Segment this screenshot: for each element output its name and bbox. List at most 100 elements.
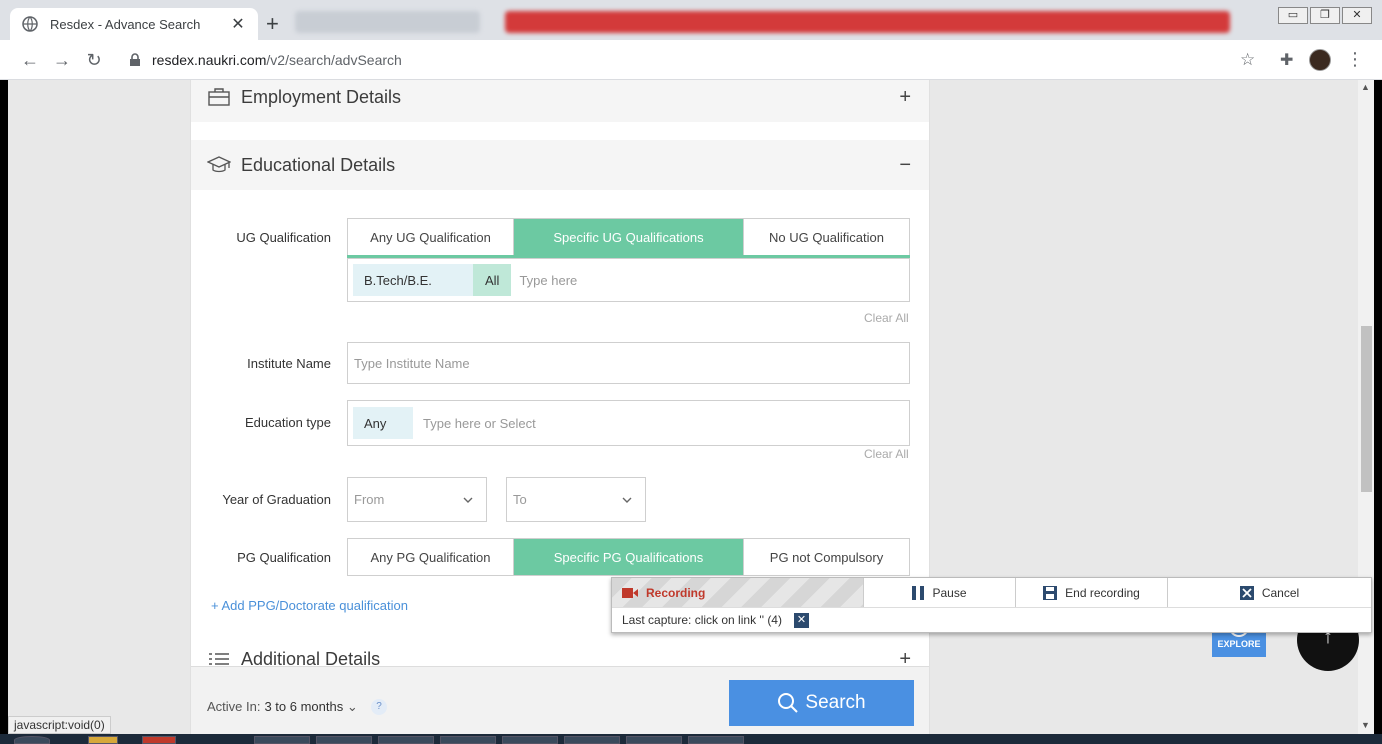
chevron-down-icon (622, 497, 632, 503)
video-camera-icon (622, 587, 638, 598)
collapse-icon[interactable]: − (899, 154, 911, 177)
taskbar-app[interactable] (378, 736, 434, 744)
pg-qualification-label: PG Qualification (237, 550, 331, 565)
taskbar-app[interactable] (688, 736, 744, 744)
profile-avatar[interactable] (1309, 49, 1331, 71)
pg-option-not-compulsory[interactable]: PG not Compulsory (744, 539, 909, 575)
search-form-panel: Employment Details + Educational Details… (190, 80, 930, 734)
taskbar-app[interactable] (88, 736, 118, 744)
ug-qualification-tag-input[interactable]: B.Tech/B.E. All Type here (347, 258, 910, 302)
recording-label: Recording (646, 585, 706, 600)
cancel-recording-button[interactable]: Cancel (1168, 578, 1371, 607)
graduation-cap-icon (207, 156, 231, 173)
help-icon[interactable]: ? (371, 699, 387, 715)
employment-details-header[interactable]: Employment Details + (191, 80, 929, 122)
expand-icon[interactable]: + (899, 86, 911, 109)
browser-tab-blurred[interactable] (295, 11, 480, 33)
end-recording-label: End recording (1065, 585, 1140, 600)
briefcase-icon (208, 88, 230, 106)
start-button[interactable] (14, 736, 50, 744)
browser-menu-icon[interactable]: ⋮ (1346, 49, 1364, 70)
extensions-puzzle-icon[interactable]: ✚ (1280, 50, 1293, 70)
taskbar-app[interactable] (142, 736, 176, 744)
institute-name-label: Institute Name (247, 356, 331, 371)
back-arrow-icon[interactable]: ← (20, 50, 40, 70)
browser-tab-resdex[interactable]: Resdex - Advance Search ✕ (10, 8, 258, 40)
education-type-placeholder: Type here or Select (423, 415, 536, 431)
globe-icon (22, 16, 38, 32)
ug-qualification-toggle: Any UG Qualification Specific UG Qualifi… (347, 218, 910, 256)
dismiss-capture-icon[interactable]: ✕ (793, 612, 809, 628)
scroll-down-icon[interactable]: ▼ (1361, 720, 1370, 730)
ug-option-none[interactable]: No UG Qualification (744, 219, 909, 255)
taskbar-app[interactable] (564, 736, 620, 744)
ug-qualification-label: UG Qualification (236, 230, 331, 245)
pause-recording-button[interactable]: Pause (864, 578, 1016, 607)
url-host: resdex.naukri.com (152, 52, 267, 68)
search-button[interactable]: Search (729, 680, 914, 726)
employment-details-title: Employment Details (241, 86, 402, 107)
ug-chip-all[interactable]: All (473, 264, 512, 296)
window-controls: ▭ ❐ ✕ (1278, 7, 1372, 24)
url-text: resdex.naukri.com/v2/search/advSearch (152, 52, 402, 68)
minimize-icon[interactable]: ▭ (1278, 7, 1308, 24)
recording-indicator: Recording (612, 578, 864, 607)
scroll-up-icon[interactable]: ▲ (1361, 82, 1370, 92)
pg-qualification-toggle: Any PG Qualification Specific PG Qualifi… (347, 538, 910, 576)
ug-option-any[interactable]: Any UG Qualification (348, 219, 514, 255)
close-box-icon (1239, 585, 1254, 600)
tab-title: Resdex - Advance Search (50, 16, 201, 32)
close-window-icon[interactable]: ✕ (1342, 7, 1372, 24)
ug-clear-all-link[interactable]: Clear All (864, 311, 909, 325)
save-disk-icon (1043, 585, 1058, 600)
new-tab-button[interactable]: + (266, 13, 279, 35)
search-button-label: Search (805, 692, 866, 713)
browser-tab-bar: Resdex - Advance Search ✕ + ▭ ❐ ✕ (0, 0, 1382, 40)
year-of-graduation-label: Year of Graduation (222, 492, 331, 507)
education-type-label: Education type (244, 415, 331, 430)
chevron-down-icon: ⌄ (346, 699, 358, 714)
taskbar-app[interactable] (440, 736, 496, 744)
ug-option-specific[interactable]: Specific UG Qualifications (514, 219, 744, 255)
browser-tab-blurred[interactable] (505, 11, 1230, 33)
taskbar-app[interactable] (502, 736, 558, 744)
educational-details-header[interactable]: Educational Details − (191, 140, 929, 190)
education-type-clear-all-link[interactable]: Clear All (864, 447, 909, 461)
graduation-year-to-select[interactable]: To (506, 477, 646, 522)
pg-option-specific[interactable]: Specific PG Qualifications (514, 539, 744, 575)
pg-option-any[interactable]: Any PG Qualification (348, 539, 514, 575)
forward-arrow-icon[interactable]: → (52, 50, 72, 70)
os-taskbar (0, 734, 1382, 744)
active-in-label: Active In: (207, 699, 261, 714)
last-capture-status: Last capture: click on link '' (4) ✕ (612, 608, 1371, 632)
explore-label: EXPLORE (1217, 639, 1261, 649)
search-action-bar: Active In: 3 to 6 months ⌄ ? Search (191, 666, 929, 734)
from-select-value: From (354, 492, 385, 507)
educational-details-title: Educational Details (241, 154, 396, 175)
taskbar-app[interactable] (626, 736, 682, 744)
close-tab-icon[interactable]: ✕ (230, 14, 246, 34)
lock-icon (130, 53, 140, 66)
graduation-year-from-select[interactable]: From (347, 477, 487, 522)
chevron-down-icon (463, 497, 473, 503)
education-type-chip-any[interactable]: Any (353, 407, 413, 439)
active-in-value: 3 to 6 months (264, 699, 344, 714)
add-ppg-doctorate-link[interactable]: + Add PPG/Doctorate qualification (211, 598, 408, 613)
pause-icon (912, 585, 925, 600)
url-field[interactable]: resdex.naukri.com/v2/search/advSearch (118, 46, 1268, 74)
active-in-filter[interactable]: Active In: 3 to 6 months ⌄ (207, 699, 358, 715)
page-scrollbar[interactable]: ▲ ▼ (1358, 80, 1374, 734)
ug-chip-btech[interactable]: B.Tech/B.E. (353, 264, 473, 296)
education-type-tag-input[interactable]: Any Type here or Select (347, 400, 910, 446)
end-recording-button[interactable]: End recording (1016, 578, 1168, 607)
reload-icon[interactable]: ↻ (84, 50, 104, 70)
scrollbar-thumb[interactable] (1361, 326, 1372, 492)
bookmark-star-icon[interactable]: ☆ (1240, 50, 1255, 70)
taskbar-app[interactable] (316, 736, 372, 744)
page-viewport: Employment Details + Educational Details… (8, 80, 1374, 734)
cancel-label: Cancel (1261, 585, 1300, 600)
restore-icon[interactable]: ❐ (1310, 7, 1340, 24)
to-select-value: To (513, 492, 527, 507)
taskbar-app[interactable] (254, 736, 310, 744)
institute-name-input[interactable]: Type Institute Name (347, 342, 910, 384)
